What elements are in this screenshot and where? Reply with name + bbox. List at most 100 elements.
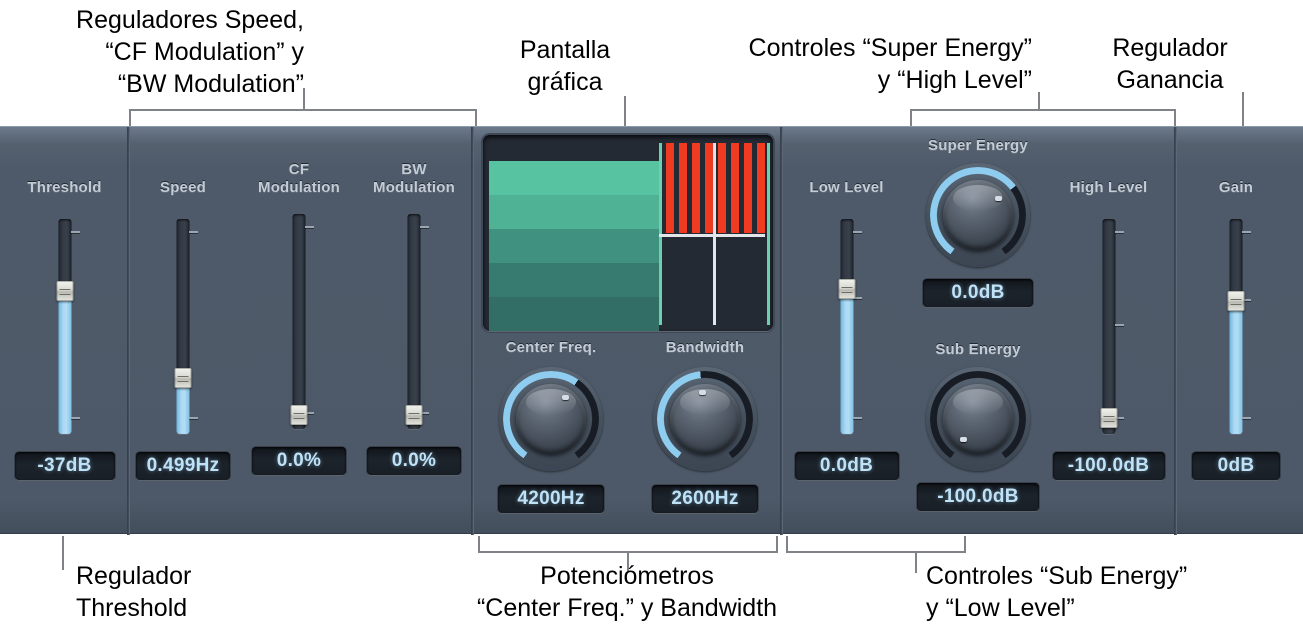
callout-sub-energy: Controles “Sub Energy” y “Low Level” [926,562,1188,622]
leader-super-energy-right [1174,109,1176,126]
super-energy-knob-cap [943,179,1013,250]
bw-modulation-label: BW Modulation [373,161,455,196]
leader-graphic-display [624,96,626,126]
gain-tick-top [1242,230,1251,233]
bandwidth-knob[interactable] [653,366,757,471]
high-level-slider-thumb[interactable] [1100,407,1117,428]
low-level-slider[interactable] [827,218,867,434]
leader-speed-modulation-bar [129,109,477,111]
control-center-freq[interactable]: Center Freq. 4200Hz [486,339,616,513]
sub-energy-knob-indicator [959,437,967,443]
control-cf-modulation[interactable]: CF Modulation 0.0% [247,161,351,476]
center-freq-knob-cap [516,383,586,454]
display-red-bar [692,143,700,233]
sub-energy-knob-cap [943,383,1013,454]
gain-slider-fill [1229,300,1243,434]
sub-energy-readout[interactable]: -100.0dB [917,482,1039,511]
display-red-bar [679,143,687,233]
control-bandwidth[interactable]: Bandwidth 2600Hz [640,339,770,513]
high-level-slider-track [1102,218,1115,434]
bw-modulation-slider-track [407,214,421,430]
threshold-tick-top [70,230,80,233]
super-energy-knob[interactable] [926,162,1030,267]
gain-label: Gain [1218,179,1254,196]
display-red-bar [757,143,765,233]
cf-modulation-label: CF Modulation [258,161,340,196]
high-level-slider[interactable] [1089,218,1129,434]
gain-readout[interactable]: 0dB [1192,451,1280,480]
bw-modulation-slider[interactable] [394,214,434,430]
threshold-slider[interactable] [45,218,85,434]
control-high-level[interactable]: High Level -100.0dB [1052,179,1165,480]
bandwidth-readout[interactable]: 2600Hz [652,484,758,513]
speed-slider-track [176,218,190,434]
speed-label: Speed [159,179,206,196]
low-level-readout[interactable]: 0.0dB [794,451,899,480]
display-red-bar [744,143,752,233]
gain-slider-thumb[interactable] [1227,290,1245,311]
bandwidth-label: Bandwidth [665,339,745,356]
control-speed[interactable]: Speed 0.499Hz [136,179,230,480]
leader-speed-modulation-stem [303,88,305,110]
bw-modulation-slider-thumb[interactable] [405,405,423,426]
cf-modulation-readout[interactable]: 0.0% [252,447,346,476]
low-level-tick-top [852,230,862,233]
display-marker-white-horizontal [659,234,765,237]
center-freq-knob-gloss [525,388,577,416]
low-level-slider-thumb[interactable] [838,278,855,299]
high-level-label: High Level [1069,179,1148,196]
leader-knobs-right [776,536,778,552]
gain-slider[interactable] [1216,218,1256,434]
bw-modulation-readout[interactable]: 0.0% [367,447,461,476]
control-low-level[interactable]: Low Level 0.0dB [790,179,903,480]
display-green-band [489,195,659,230]
control-gain[interactable]: Gain 0dB [1186,179,1286,480]
threshold-slider-thumb[interactable] [56,280,73,301]
leader-speed-modulation-left [129,109,131,126]
speed-tick-top [189,230,198,233]
sub-energy-label: Sub Energy [935,341,1021,358]
cf-modulation-slider-thumb[interactable] [290,405,308,426]
leader-super-energy-left [910,109,912,126]
speed-readout[interactable]: 0.499Hz [136,451,230,480]
speed-slider[interactable] [163,218,203,434]
super-energy-readout[interactable]: 0.0dB [923,278,1033,307]
display-green-band [489,161,659,196]
control-threshold[interactable]: Threshold -37dB [8,179,121,480]
threshold-readout[interactable]: -37dB [14,451,115,480]
speed-tick-bottom [189,416,198,419]
control-sub-energy[interactable]: Sub Energy -100.0dB [910,341,1046,511]
low-level-label: Low Level [809,179,884,196]
center-freq-label: Center Freq. [505,339,597,356]
graphic-display[interactable] [483,135,773,331]
display-red-bar [731,143,739,233]
callout-knobs: Potenciómetros “Center Freq.” y Bandwidt… [476,562,778,622]
bw-modulation-tick-top [420,226,429,229]
panel-divider-2 [471,127,474,535]
display-green-band [489,229,659,264]
sub-energy-knob-gloss [952,388,1004,416]
gain-tick-bottom [1242,416,1251,419]
sub-energy-knob[interactable] [926,366,1030,471]
speed-slider-thumb[interactable] [174,367,192,388]
display-marker-teal-right [767,143,770,325]
low-level-slider-track [840,218,853,434]
control-super-energy[interactable]: Super Energy 0.0dB [910,137,1046,307]
center-freq-readout[interactable]: 4200Hz [498,484,604,513]
high-level-readout[interactable]: -100.0dB [1052,451,1165,480]
display-red-bar [718,143,726,233]
threshold-slider-track [58,218,71,434]
panel-divider-3 [780,127,783,535]
leader-super-energy-bar [910,109,1176,111]
center-freq-knob[interactable] [499,366,603,471]
leader-speed-modulation-right [475,109,477,126]
threshold-slider-fill [58,289,71,434]
display-green-band [489,263,659,298]
low-level-tick-bottom [852,416,862,419]
callout-super-energy: Controles “Super Energy” y “High Level” [748,34,1032,94]
high-level-tick-top [1114,230,1124,233]
cf-modulation-slider[interactable] [279,214,319,430]
panel-divider-4 [1174,127,1177,535]
low-level-slider-fill [840,287,853,434]
control-bw-modulation[interactable]: BW Modulation 0.0% [362,161,466,476]
